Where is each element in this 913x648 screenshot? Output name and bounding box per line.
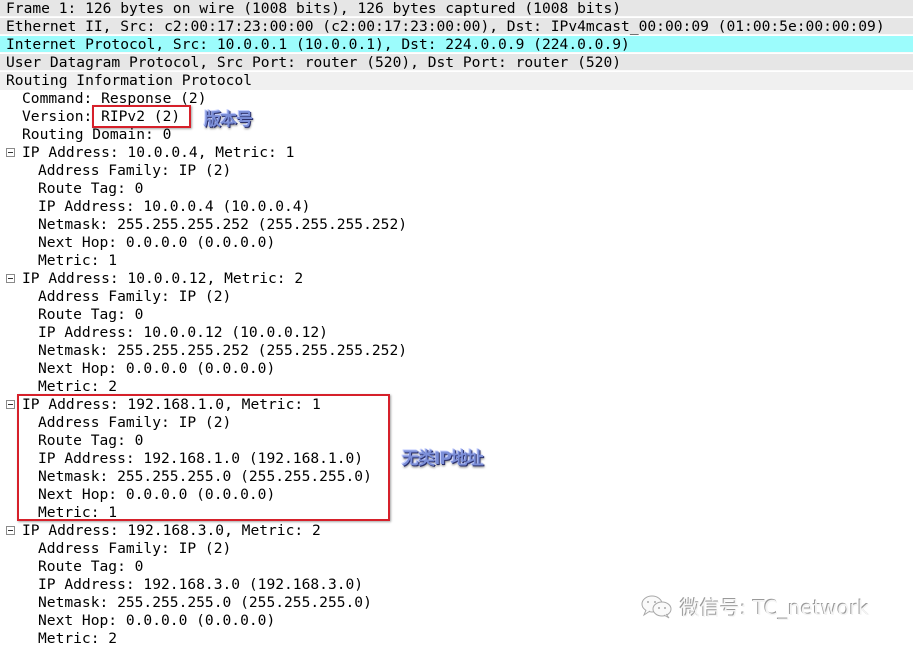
rip-entry-header[interactable]: IP Address: 10.0.0.4, Metric: 1 — [22, 144, 294, 162]
row-text: IP Address: 10.0.0.12, Metric: 2 — [22, 270, 304, 287]
row-text: Netmask: 255.255.255.252 (255.255.255.25… — [38, 216, 408, 233]
entry-netmask[interactable]: Netmask: 255.255.255.0 (255.255.255.0) — [38, 594, 372, 612]
entry-metric[interactable]: Metric: 1 — [38, 252, 117, 270]
entry-next-hop[interactable]: Next Hop: 0.0.0.0 (0.0.0.0) — [38, 612, 275, 630]
entry-route-tag[interactable]: Route Tag: 0 — [38, 306, 143, 324]
tree-row-ethernet[interactable]: Ethernet II, Src: c2:00:17:23:00:00 (c2:… — [0, 18, 913, 35]
row-text: Route Tag: 0 — [38, 306, 144, 323]
row-text: Address Family: IP (2) — [38, 162, 232, 179]
entry-next-hop[interactable]: Next Hop: 0.0.0.0 (0.0.0.0) — [38, 234, 275, 252]
entry-address-family[interactable]: Address Family: IP (2) — [38, 162, 231, 180]
wechat-icon — [640, 594, 674, 620]
collapse-icon[interactable] — [6, 400, 15, 409]
collapse-icon[interactable] — [6, 148, 15, 157]
row-text: Address Family: IP (2) — [38, 540, 232, 557]
entry-netmask[interactable]: Netmask: 255.255.255.252 (255.255.255.25… — [38, 216, 407, 234]
row-text: Ethernet II, Src: c2:00:17:23:00:00 (c2:… — [6, 18, 885, 35]
version-annotation: 版本号 — [204, 110, 253, 130]
row-text: Metric: 2 — [38, 630, 118, 647]
collapse-icon[interactable] — [6, 526, 15, 535]
row-text: Routing Information Protocol — [6, 72, 253, 89]
entry-netmask[interactable]: Netmask: 255.255.255.252 (255.255.255.25… — [38, 342, 407, 360]
row-text: Next Hop: 0.0.0.0 (0.0.0.0) — [38, 612, 276, 629]
row-text: Netmask: 255.255.255.252 (255.255.255.25… — [38, 342, 408, 359]
rip-entry-header[interactable]: IP Address: 192.168.3.0, Metric: 2 — [22, 522, 321, 540]
row-text: Route Tag: 0 — [38, 180, 144, 197]
row-text: Frame 1: 126 bytes on wire (1008 bits), … — [6, 0, 622, 17]
rip-entry-header[interactable]: IP Address: 10.0.0.12, Metric: 2 — [22, 270, 303, 288]
row-text: IP Address: 10.0.0.12 (10.0.0.12) — [38, 324, 328, 341]
tree-row-rip[interactable]: Routing Information Protocol — [0, 72, 913, 90]
row-text: IP Address: 192.168.3.0 (192.168.3.0) — [38, 576, 364, 593]
entry-metric[interactable]: Metric: 2 — [38, 630, 117, 648]
row-text: Next Hop: 0.0.0.0 (0.0.0.0) — [38, 360, 276, 377]
tree-row-frame[interactable]: Frame 1: 126 bytes on wire (1008 bits), … — [0, 0, 913, 17]
row-text: Route Tag: 0 — [38, 558, 144, 575]
tree-row-ip-selected[interactable]: Internet Protocol, Src: 10.0.0.1 (10.0.0… — [0, 36, 913, 53]
row-text: IP Address: 192.168.3.0, Metric: 2 — [22, 522, 321, 539]
row-text: IP Address: 10.0.0.4, Metric: 1 — [22, 144, 295, 161]
classless-highlight-box — [17, 394, 390, 521]
row-text: IP Address: 10.0.0.4 (10.0.0.4) — [38, 198, 311, 215]
entry-ip-address[interactable]: IP Address: 10.0.0.4 (10.0.0.4) — [38, 198, 310, 216]
row-text: Internet Protocol, Src: 10.0.0.1 (10.0.0… — [6, 36, 630, 53]
row-text: Address Family: IP (2) — [38, 288, 232, 305]
entry-ip-address[interactable]: IP Address: 10.0.0.12 (10.0.0.12) — [38, 324, 328, 342]
entry-address-family[interactable]: Address Family: IP (2) — [38, 288, 231, 306]
tree-row-udp[interactable]: User Datagram Protocol, Src Port: router… — [0, 54, 913, 71]
row-text: Next Hop: 0.0.0.0 (0.0.0.0) — [38, 234, 276, 251]
entry-address-family[interactable]: Address Family: IP (2) — [38, 540, 231, 558]
version-highlight-box — [92, 105, 191, 128]
entry-next-hop[interactable]: Next Hop: 0.0.0.0 (0.0.0.0) — [38, 360, 275, 378]
row-text: User Datagram Protocol, Src Port: router… — [6, 54, 622, 71]
entry-route-tag[interactable]: Route Tag: 0 — [38, 180, 143, 198]
row-text: Netmask: 255.255.255.0 (255.255.255.0) — [38, 594, 372, 611]
row-text: Metric: 2 — [38, 378, 118, 395]
rip-routing-domain[interactable]: Routing Domain: 0 — [22, 126, 171, 144]
entry-ip-address[interactable]: IP Address: 192.168.3.0 (192.168.3.0) — [38, 576, 363, 594]
collapse-icon[interactable] — [6, 274, 15, 283]
row-text: Metric: 1 — [38, 252, 118, 269]
classless-annotation: 无类IP地址 — [402, 449, 484, 469]
entry-route-tag[interactable]: Route Tag: 0 — [38, 558, 143, 576]
row-text: Routing Domain: 0 — [22, 126, 172, 143]
version-label: Version: — [22, 108, 102, 125]
watermark-text: 微信号: TC_network — [680, 596, 870, 620]
watermark: 微信号: TC_network — [640, 592, 869, 621]
